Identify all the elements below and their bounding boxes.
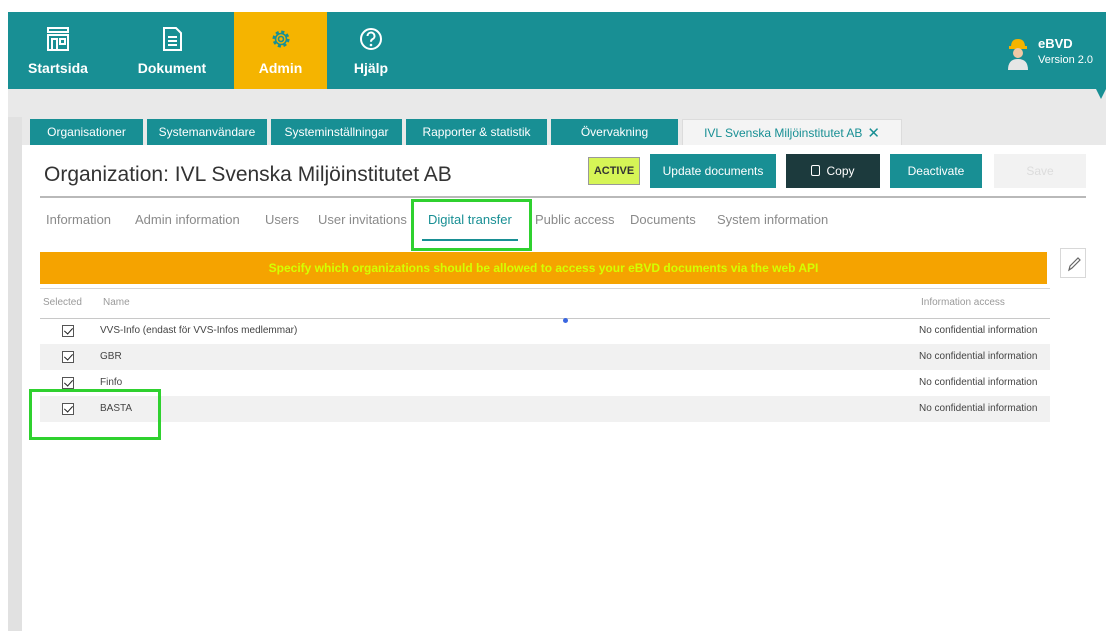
tab-label: Systeminställningar [284,125,389,139]
subtab-public-access[interactable]: Public access [535,212,614,227]
tab-label: Övervakning [580,125,649,139]
nav-item-startsida[interactable]: Startsida [8,12,108,89]
tab-systeminstallningar[interactable]: Systeminställningar [271,119,402,145]
tab-label: IVL Svenska Miljöinstitutet AB [704,126,863,140]
scroll-indicator [1096,89,1106,99]
brand-version: Version 2.0 [1038,54,1094,66]
tab-label: Rapporter & statistik [422,125,531,139]
tab-rapporter-statistik[interactable]: Rapporter & statistik [406,119,547,145]
deactivate-button[interactable]: Deactivate [890,154,982,188]
row-checkbox[interactable] [62,325,74,337]
subtab-admin-information[interactable]: Admin information [135,212,240,227]
tab-organisationer[interactable]: Organisationer [30,119,143,145]
subtab-information[interactable]: Information [46,212,111,227]
organization-name: Finfo [100,377,123,388]
tab-label: Organisationer [47,125,126,139]
main-tab-bar: Organisationer Systemanvändare Systemins… [22,117,1106,145]
copy-button[interactable]: Copy [786,154,880,188]
information-access: No confidential information [919,403,1038,414]
row-checkbox[interactable] [62,351,74,363]
nav-item-hjalp[interactable]: Hjälp [338,12,404,89]
update-documents-button[interactable]: Update documents [650,154,776,188]
brand: eBVD Version 2.0 [1006,34,1098,74]
highlight-box-digital-transfer [411,199,532,251]
column-header-selected: Selected [43,297,82,308]
organization-name: GBR [100,351,122,362]
worker-avatar-icon [1008,39,1028,70]
header-spacer [8,89,1106,117]
subtab-user-invitations[interactable]: User invitations [318,212,407,227]
tab-overvakning[interactable]: Övervakning [551,119,678,145]
copy-button-label: Copy [826,164,855,178]
copy-icon [811,165,821,176]
nav-item-dokument[interactable]: Dokument [126,12,218,89]
nav-item-label: Dokument [137,60,207,76]
page-title: Organization: IVL Svenska Miljöinstitute… [44,163,452,186]
column-header-name: Name [103,297,130,308]
tab-ivl-organization[interactable]: IVL Svenska Miljöinstitutet AB ✕ [682,119,902,145]
information-access: No confidential information [919,377,1038,388]
nav-item-admin[interactable]: Admin [234,12,327,89]
edit-button[interactable] [1060,248,1086,278]
pencil-icon [1068,257,1081,272]
table-row: Finfo No confidential information [40,370,1050,396]
help-icon [360,28,382,50]
cursor-dot [563,318,568,323]
table-row: BASTA No confidential information [40,396,1050,422]
tab-label: Systemanvändare [158,125,256,139]
nav-item-label: Startsida [28,60,88,76]
organization-name: VVS-Info (endast för VVS-Infos medlemmar… [100,325,298,336]
table-row: GBR No confidential information [40,344,1050,370]
subtab-system-information[interactable]: System information [717,212,828,227]
nav-item-label: Hjälp [353,60,389,76]
top-navigation-bar: Startsida Dokument Admin Hjälp eBVD Vers… [8,12,1106,89]
column-header-access: Information access [921,297,1005,308]
subtab-documents[interactable]: Documents [630,212,696,227]
document-icon [163,27,182,51]
highlight-box-basta-row [29,389,161,440]
table-row: VVS-Info (endast för VVS-Infos medlemmar… [40,318,1050,344]
left-rail [8,117,22,631]
row-checkbox[interactable] [62,377,74,389]
tab-systemanvandare[interactable]: Systemanvändare [147,119,267,145]
information-access: No confidential information [919,351,1038,362]
home-icon [47,27,69,51]
nav-item-label: Admin [258,60,303,76]
table-top-rule [40,288,1050,289]
information-access: No confidential information [919,325,1038,336]
info-banner: Specify which organizations should be al… [40,252,1047,284]
gear-icon [272,30,289,48]
subtab-users[interactable]: Users [265,212,299,227]
close-icon[interactable]: ✕ [867,121,880,147]
status-badge: ACTIVE [588,157,640,185]
save-button[interactable]: Save [994,154,1086,188]
brand-name: eBVD [1038,36,1073,51]
title-divider [40,196,1086,198]
